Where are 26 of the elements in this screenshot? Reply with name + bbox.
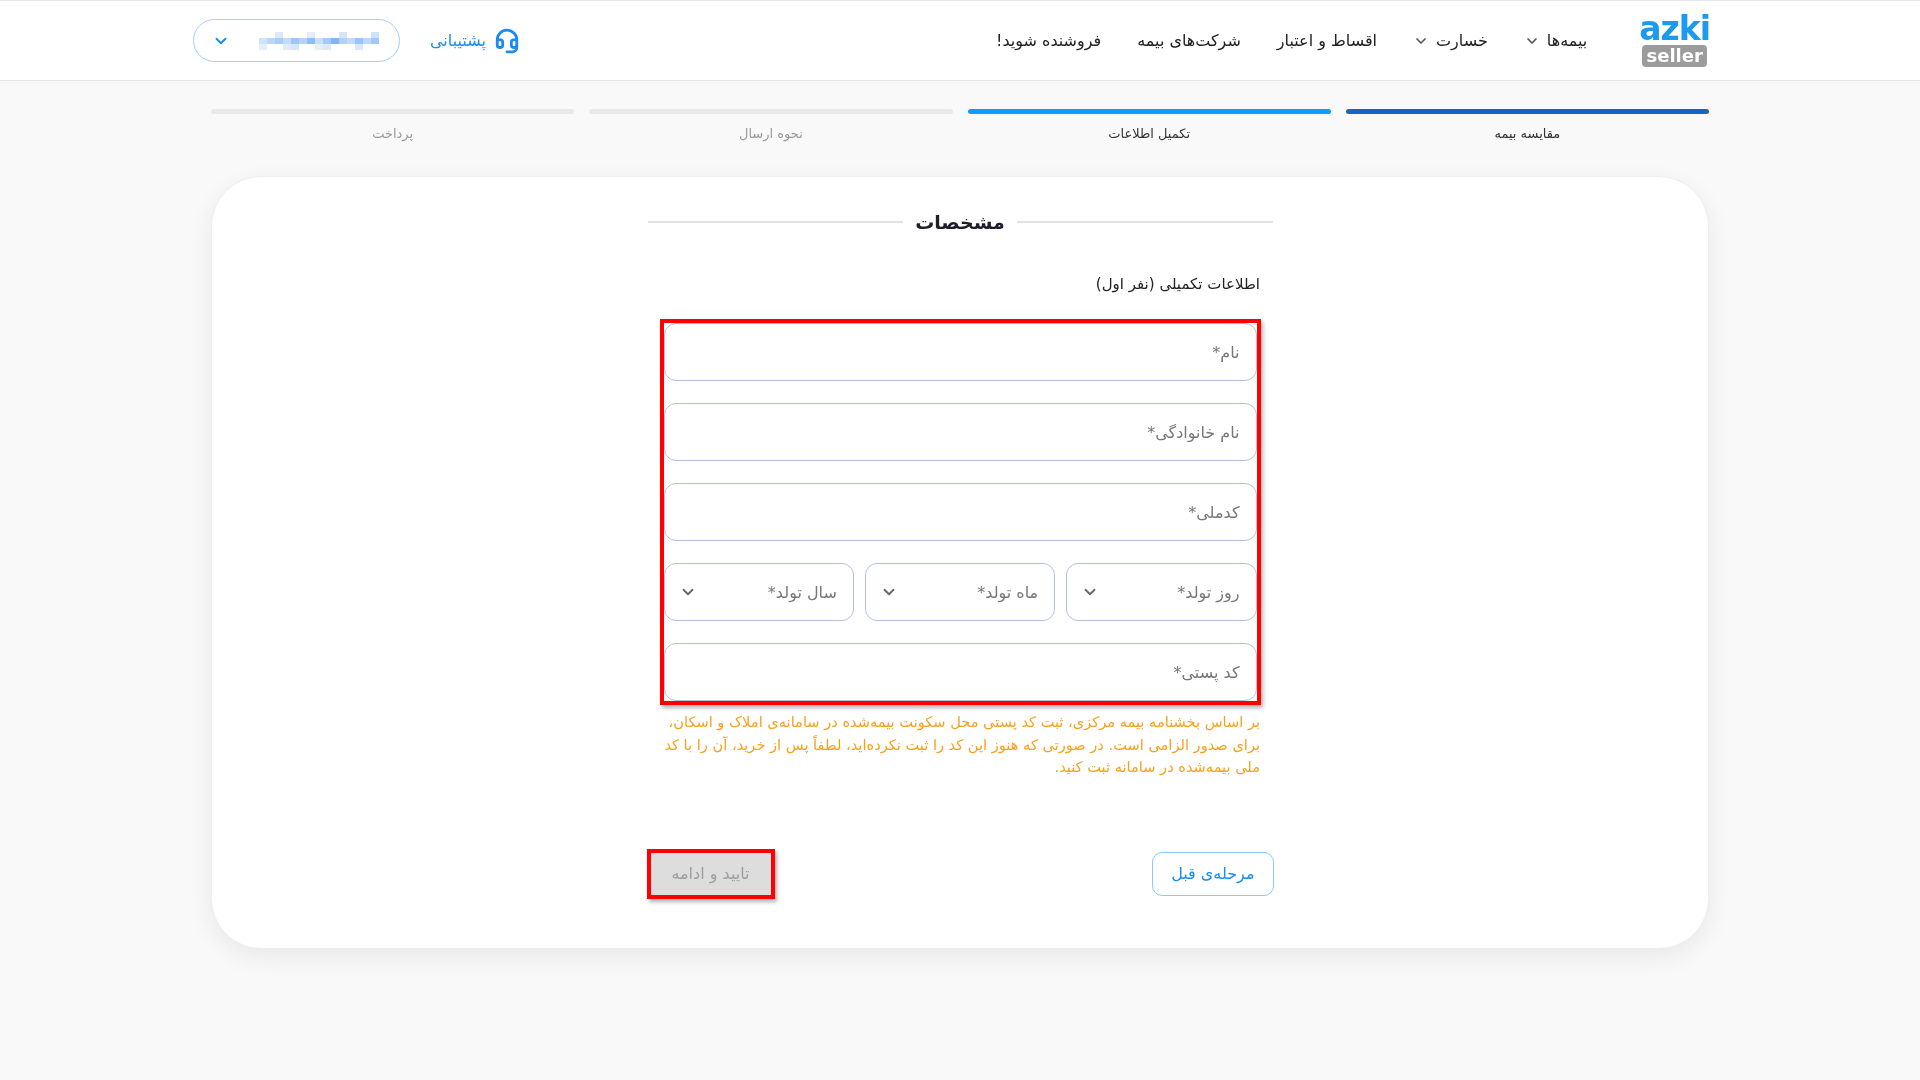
headset-icon (493, 27, 520, 54)
notice-text: بر اساس بخشنامه بیمه مرکزی، ثبت کد پستی محل سکونت بیمه‌شده در سامانه‌ی املاک و اسکان، برای صدور الزامی است. در صورتی که هنوز این کد را ثبت نکرده‌اید، لطفاً پس از خرید، آن را با کد ملی بیمه‌شده در سامانه ثبت کنید. (663, 712, 1260, 777)
select-field[interactable]: روز تولد* (1066, 563, 1257, 621)
pixelated-blur-icon (259, 31, 379, 50)
nav-link[interactable]: اقساط و اعتبار (1276, 31, 1377, 50)
previous-step-button[interactable]: مرحله‌ی قبل (1152, 851, 1274, 896)
nav-link[interactable]: خسارت (1413, 31, 1488, 50)
select-field[interactable]: ماه تولد* (864, 563, 1056, 621)
step-label: تکمیل اطلاعات (1108, 126, 1191, 141)
nav-link[interactable]: فروشنده شوید! (996, 31, 1102, 50)
step-label: پرداخت (372, 126, 414, 141)
input-field[interactable]: نام* (663, 323, 1257, 381)
section-title: مشخصات (915, 211, 1005, 233)
input-field[interactable]: نام خانوادگی* (663, 403, 1257, 461)
step-label: نحوه ارسال (738, 126, 803, 141)
account-dropdown[interactable] (193, 19, 400, 62)
logo-tag: seller (1642, 45, 1707, 67)
nav-link[interactable]: بیمه‌ها (1523, 31, 1588, 50)
step-label: مقایسه بیمه (1494, 126, 1561, 141)
support-link[interactable]: پشتیبانی (430, 27, 520, 54)
form-subtitle: اطلاعات تکمیلی (نفر اول) (1094, 275, 1260, 293)
select-field[interactable]: سال تولد* (663, 563, 854, 621)
nav-link[interactable]: شرکت‌های بیمه (1137, 31, 1241, 50)
input-field[interactable]: کد پستی* (663, 643, 1257, 701)
input-field[interactable]: کدملی* (663, 483, 1257, 541)
logo-wordmark: azki (1639, 14, 1710, 44)
